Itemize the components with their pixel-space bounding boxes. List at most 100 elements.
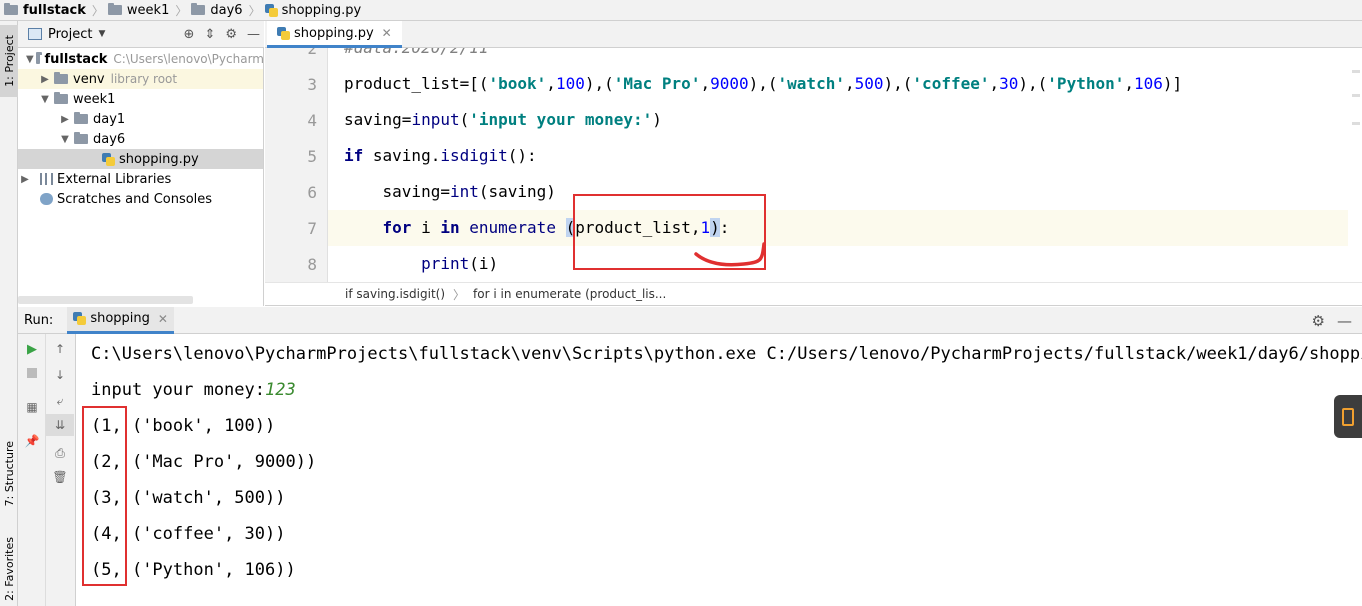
- tree-item-scratches[interactable]: Scratches and Consoles: [18, 189, 263, 209]
- soft-wrap-button[interactable]: ⤶: [46, 390, 74, 412]
- code-line-8[interactable]: print(i): [328, 246, 1348, 282]
- chevron-down-icon[interactable]: ▼: [58, 134, 72, 145]
- chevron-down-icon[interactable]: ▼: [26, 54, 34, 65]
- editor-error-stripe[interactable]: [1352, 50, 1360, 280]
- tree-item-venv[interactable]: ▶ venv library root: [18, 69, 263, 89]
- chevron-right-icon[interactable]: ▶: [18, 174, 32, 185]
- nav-crumb-file[interactable]: shopping.py: [264, 0, 366, 21]
- run-tab-shopping[interactable]: shopping ✕: [67, 306, 174, 334]
- code-line-2[interactable]: #data:2020/2/11: [328, 48, 1348, 66]
- editor-tab-bar: shopping.py ✕: [265, 21, 1362, 48]
- floating-plugin-badge[interactable]: [1334, 395, 1362, 438]
- arrow-down-icon: ↓: [54, 368, 66, 382]
- locate-icon[interactable]: ⊕: [184, 27, 195, 42]
- run-console[interactable]: C:\Users\lenovo\PycharmProjects\fullstac…: [77, 334, 1362, 606]
- scratches-icon: [40, 193, 53, 205]
- code-line-7[interactable]: for i in enumerate (product_list,1):: [328, 210, 1348, 246]
- scroll-end-icon: ⇊: [54, 418, 66, 432]
- code-line-5[interactable]: if saving.isdigit():: [328, 138, 1348, 174]
- chevron-right-icon: 〉: [91, 3, 104, 18]
- arrow-up-icon: ↑: [54, 342, 66, 356]
- tree-item-fullstack[interactable]: ▼ fullstack C:\Users\lenovo\Pycharm: [18, 49, 263, 69]
- nav-crumb-day6[interactable]: day6: [191, 0, 246, 21]
- breadcrumb-for[interactable]: for i in enumerate (product_lis...: [473, 287, 666, 301]
- gear-icon[interactable]: ⚙: [225, 27, 237, 42]
- printer-icon: ⎙: [55, 445, 65, 460]
- project-tool-tab[interactable]: 1: Project: [0, 25, 18, 97]
- code-line-3[interactable]: product_list=[('book',100),('Mac Pro',90…: [328, 66, 1348, 102]
- line-number: 7: [307, 219, 317, 238]
- editor-gutter: 2 3 4 5 6 7 8: [265, 48, 327, 282]
- left-tool-strip: 1: Project 7: Structure 2: Favorites: [0, 21, 18, 606]
- nav-crumb-project[interactable]: fullstack: [4, 0, 90, 21]
- line-number: 6: [307, 183, 317, 202]
- code-editor[interactable]: #data:2020/2/11 product_list=[('book',10…: [328, 48, 1348, 282]
- run-panel-header: Run: shopping ✕ ⚙ —: [18, 306, 1362, 334]
- line-number: 3: [307, 75, 317, 94]
- project-tree: ▼ fullstack C:\Users\lenovo\Pycharm ▶ ve…: [18, 48, 264, 306]
- folder-icon: [191, 3, 206, 15]
- folder-icon: [74, 132, 88, 144]
- line-number: 8: [307, 255, 317, 274]
- console-prompt-line: input your money:123: [91, 380, 296, 400]
- scroll-down-button[interactable]: ↓: [46, 364, 74, 386]
- play-icon: ▶: [27, 341, 37, 357]
- console-command: C:\Users\lenovo\PycharmProjects\fullstac…: [91, 344, 1362, 364]
- gear-icon[interactable]: ⚙: [1312, 312, 1325, 330]
- breadcrumb-if[interactable]: if saving.isdigit(): [345, 287, 445, 301]
- code-line-4[interactable]: saving=input('input your money:'): [328, 102, 1348, 138]
- tree-item-shopping-py[interactable]: shopping.py: [18, 149, 263, 169]
- plugin-icon: [1342, 407, 1354, 426]
- folder-icon: [4, 3, 18, 15]
- tree-item-week1[interactable]: ▼ week1: [18, 89, 263, 109]
- navigation-bar: fullstack 〉 week1 〉 day6 〉 shopping.py: [0, 0, 1362, 21]
- stop-button[interactable]: [18, 362, 46, 384]
- hide-panel-icon[interactable]: —: [1337, 312, 1352, 330]
- close-icon[interactable]: ✕: [382, 26, 392, 40]
- chevron-right-icon: 〉: [453, 287, 466, 302]
- line-number: 2: [307, 48, 317, 58]
- project-panel-header: Project ▼ ⊕ ⇕ ⚙ —: [18, 21, 264, 48]
- chevron-right-icon: 〉: [175, 3, 188, 18]
- python-file-icon: [102, 152, 115, 166]
- favorites-tool-tab[interactable]: 2: Favorites: [0, 533, 18, 605]
- line-number: 5: [307, 147, 317, 166]
- nav-crumb-week1[interactable]: week1: [107, 0, 173, 21]
- chevron-down-icon[interactable]: ▼: [38, 94, 52, 105]
- project-view-selector[interactable]: Project: [48, 27, 92, 42]
- tree-item-day1[interactable]: ▶ day1: [18, 109, 263, 129]
- pin-button[interactable]: 📌: [18, 430, 46, 452]
- tree-item-external-libraries[interactable]: ▶ External Libraries: [18, 169, 263, 189]
- scroll-to-end-button[interactable]: ⇊: [46, 414, 74, 436]
- structure-tool-tab[interactable]: 7: Structure: [0, 433, 18, 515]
- close-icon[interactable]: ✕: [158, 312, 168, 326]
- rerun-button[interactable]: ▶: [18, 338, 46, 360]
- code-line-6[interactable]: saving=int(saving): [328, 174, 1348, 210]
- folder-icon: [107, 3, 122, 15]
- chevron-right-icon[interactable]: ▶: [38, 74, 52, 85]
- folder-icon: [74, 112, 88, 124]
- project-icon: [28, 28, 42, 40]
- python-file-icon: [264, 3, 278, 17]
- chevron-right-icon[interactable]: ▶: [58, 114, 72, 125]
- layout-icon: ▦: [26, 400, 38, 414]
- layout-button[interactable]: ▦: [18, 396, 46, 418]
- trash-icon: 🗑: [52, 470, 68, 484]
- editor-breadcrumb: if saving.isdigit() 〉 for i in enumerate…: [265, 282, 1362, 306]
- hide-panel-icon[interactable]: —: [247, 27, 260, 42]
- print-button[interactable]: ⎙: [46, 442, 74, 464]
- tree-item-day6[interactable]: ▼ day6: [18, 129, 263, 149]
- tree-horizontal-scrollbar[interactable]: [18, 296, 193, 304]
- chevron-right-icon: 〉: [248, 3, 261, 18]
- editor-tab-shopping-py[interactable]: shopping.py ✕: [267, 21, 402, 48]
- scroll-up-button[interactable]: ↑: [46, 338, 74, 360]
- annotation-box-console: [82, 406, 127, 586]
- folder-icon: [54, 72, 68, 84]
- pin-icon: 📌: [24, 434, 40, 448]
- chevron-down-icon[interactable]: ▼: [98, 29, 105, 39]
- python-file-icon: [73, 312, 87, 325]
- line-number: 4: [307, 111, 317, 130]
- collapse-all-icon[interactable]: ⇕: [204, 27, 215, 42]
- run-toolbar-secondary: ↑ ↓ ⤶ ⇊ ⎙ 🗑: [46, 334, 76, 606]
- clear-button[interactable]: 🗑: [46, 466, 74, 488]
